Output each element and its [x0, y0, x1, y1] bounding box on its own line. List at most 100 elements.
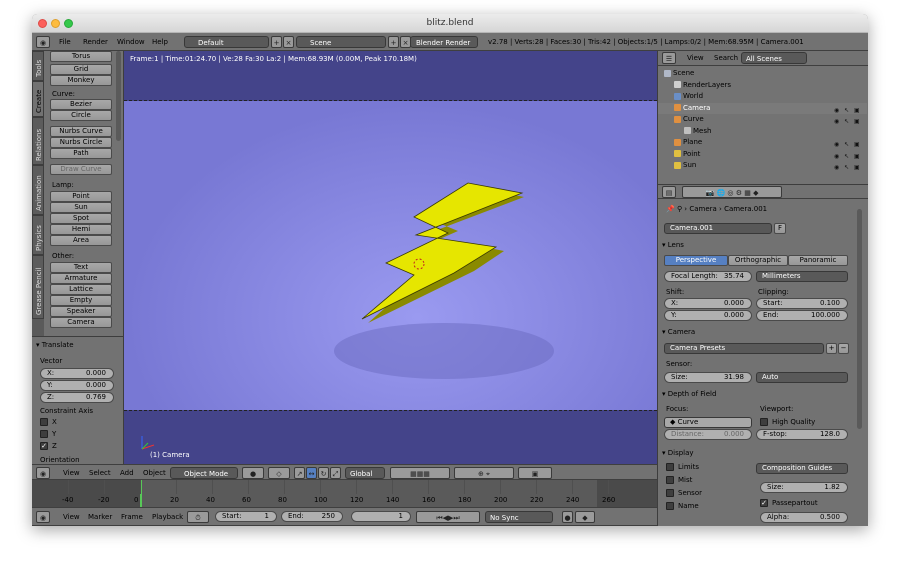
cursor-icon[interactable]: ↖ [844, 116, 851, 125]
menu-frame[interactable]: Frame [118, 511, 146, 523]
properties-scrollbar[interactable] [857, 209, 862, 429]
editor-type-icon[interactable]: ◉ [36, 36, 50, 48]
menu-view[interactable]: View [60, 467, 83, 479]
context-tabs-icon[interactable]: 📷 🌐 ◎ ⚙ ▦ ◆ [682, 186, 782, 198]
start-frame-field[interactable]: Start: 1 [215, 511, 277, 522]
vector-y-field[interactable]: Y: 0.000 [40, 380, 114, 391]
menu-object[interactable]: Object [140, 467, 169, 479]
snap-icon[interactable]: ⊕ ⌖ [454, 467, 514, 479]
eye-icon[interactable]: ◉ [834, 116, 841, 125]
record-icon[interactable]: ● [562, 511, 573, 523]
menu-add[interactable]: Add [117, 467, 137, 479]
timeline[interactable]: -40 -20 0 20 40 60 80 100 120 140 160 180 200 220 240 2… [32, 480, 657, 507]
shading-icon[interactable]: ● [242, 467, 264, 479]
layers-grid-icon[interactable]: ▦▦▦ [390, 467, 450, 479]
fake-user-button[interactable]: F [774, 223, 786, 234]
toolshelf-scrollbar[interactable] [116, 51, 121, 141]
limits-checkbox[interactable] [666, 463, 674, 471]
lens-panel-header[interactable]: ▾ Lens [662, 241, 684, 249]
draw-curve-button[interactable]: Draw Curve [50, 164, 112, 175]
constraint-z-checkbox[interactable]: ✓ [40, 442, 48, 450]
remove-layout-icon[interactable]: × [283, 36, 294, 48]
orthographic-tab[interactable]: Orthographic [728, 255, 788, 266]
clip-start-field[interactable]: Start: 0.100 [756, 298, 848, 309]
cursor-icon[interactable]: ↖ [844, 105, 851, 114]
eye-icon[interactable]: ◉ [834, 105, 841, 114]
manipulator-icon[interactable]: ↗ [294, 467, 305, 479]
add-armature-button[interactable]: Armature [50, 273, 112, 284]
mist-checkbox[interactable] [666, 476, 674, 484]
orientation-select[interactable]: Global [345, 467, 385, 479]
passepartout-checkbox[interactable]: ✓ [760, 499, 768, 507]
pivot-icon[interactable]: ◇ [268, 467, 290, 479]
add-layout-icon[interactable]: + [271, 36, 282, 48]
sensor-fit-select[interactable]: Auto [756, 372, 848, 383]
clip-end-field[interactable]: End: 100.000 [756, 310, 848, 321]
translate-icon[interactable]: ↔ [306, 467, 317, 479]
add-circle-button[interactable]: Circle [50, 110, 112, 121]
menu-playback[interactable]: Playback [149, 511, 186, 523]
cursor-icon[interactable]: ↖ [844, 162, 851, 171]
add-monkey-button[interactable]: Monkey [50, 75, 112, 86]
tab-grease-pencil[interactable]: Grease Pencil [32, 255, 44, 319]
menu-search[interactable]: Search [711, 52, 741, 64]
add-sun-lamp-button[interactable]: Sun [50, 202, 112, 213]
outliner-item[interactable]: RenderLayers [658, 80, 867, 91]
outliner-item[interactable]: Mesh [658, 126, 867, 137]
sensor-checkbox[interactable] [666, 489, 674, 497]
display-panel-header[interactable]: ▾ Display [662, 449, 694, 457]
operator-title[interactable]: ▾ Translate [36, 341, 74, 349]
menu-file[interactable]: File [56, 36, 74, 48]
camera-panel-header[interactable]: ▾ Camera [662, 328, 695, 336]
perspective-tab[interactable]: Perspective [664, 255, 728, 266]
mode-select[interactable]: Object Mode [170, 467, 238, 479]
add-camera-button[interactable]: Camera [50, 317, 112, 328]
sensor-size-field[interactable]: Size: 31.98 [664, 372, 752, 383]
preview-range-icon[interactable]: ⏱ [187, 511, 209, 523]
tab-relations[interactable]: Relations [32, 117, 44, 165]
menu-view[interactable]: View [60, 511, 83, 523]
outliner-item[interactable]: Sun ◉ ↖ ▣ [658, 160, 867, 171]
outliner-item[interactable]: Scene [658, 68, 867, 79]
focus-distance-field[interactable]: Distance: 0.000 [664, 429, 752, 440]
outliner-item[interactable]: Point ◉ ↖ ▣ [658, 149, 867, 160]
add-path-button[interactable]: Path [50, 148, 112, 159]
display-mode-select[interactable]: All Scenes [741, 52, 807, 64]
cursor-icon[interactable]: ↖ [844, 139, 851, 148]
outliner-item[interactable]: Curve ◉ ↖ ▣ [658, 114, 867, 125]
editor-type-icon[interactable]: ◉ [36, 511, 50, 523]
shift-x-field[interactable]: X: 0.000 [664, 298, 752, 309]
keying-set-icon[interactable]: ◆ [575, 511, 595, 523]
alpha-field[interactable]: Alpha: 0.500 [760, 512, 848, 523]
rotate-icon[interactable]: ↻ [318, 467, 329, 479]
menu-view[interactable]: View [684, 52, 707, 64]
outliner-item[interactable]: World [658, 91, 867, 102]
editor-type-icon[interactable]: ▤ [662, 186, 676, 198]
menu-window[interactable]: Window [114, 36, 148, 48]
lightning-bolt[interactable] [124, 51, 657, 464]
scale-icon[interactable]: ⤢ [330, 467, 341, 479]
vector-z-field[interactable]: Z: 0.769 [40, 392, 114, 403]
add-lattice-button[interactable]: Lattice [50, 284, 112, 295]
display-size-field[interactable]: Size: 1.82 [760, 482, 848, 493]
focus-object-field[interactable]: ◆ Curve [664, 417, 752, 428]
add-spot-lamp-button[interactable]: Spot [50, 213, 112, 224]
name-checkbox[interactable] [666, 502, 674, 510]
tab-physics[interactable]: Physics [32, 215, 44, 255]
camera-icon[interactable]: ▣ [854, 151, 861, 160]
add-speaker-button[interactable]: Speaker [50, 306, 112, 317]
outliner-item[interactable]: Camera ◉ ↖ ▣ [658, 102, 867, 114]
add-area-lamp-button[interactable]: Area [50, 235, 112, 246]
outliner-item[interactable]: Plane ◉ ↖ ▣ [658, 137, 867, 148]
panoramic-tab[interactable]: Panoramic [788, 255, 848, 266]
eye-icon[interactable]: ◉ [834, 151, 841, 160]
composition-guides-select[interactable]: Composition Guides [756, 463, 848, 474]
playback-controls-icon[interactable]: ⏮◀▶⏭ [416, 511, 480, 523]
lens-unit-select[interactable]: Millimeters [756, 271, 848, 282]
menu-marker[interactable]: Marker [85, 511, 115, 523]
camera-icon[interactable]: ▣ [854, 105, 861, 114]
shift-y-field[interactable]: Y: 0.000 [664, 310, 752, 321]
tab-tools[interactable]: Tools [32, 51, 44, 81]
tab-animation[interactable]: Animation [32, 165, 44, 215]
add-text-button[interactable]: Text [50, 262, 112, 273]
